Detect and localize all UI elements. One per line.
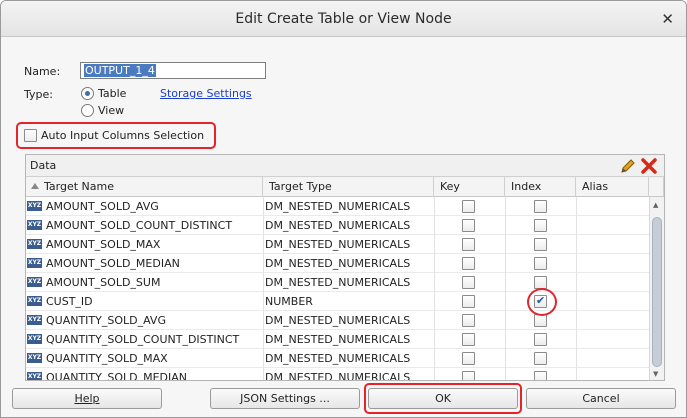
numeric-column-icon: XYZ — [27, 220, 42, 230]
scroll-down-icon[interactable]: ▼ — [653, 370, 658, 378]
type-label: Type: — [24, 88, 53, 101]
target-type-cell: DM_NESTED_NUMERICALS — [265, 314, 411, 327]
column-divider — [434, 197, 435, 380]
auto-input-checkbox[interactable] — [24, 129, 37, 142]
numeric-column-icon: XYZ — [27, 296, 42, 306]
name-value: OUTPUT_1_4 — [84, 64, 156, 77]
target-name-cell: AMOUNT_SOLD_SUM — [46, 276, 161, 289]
numeric-column-icon: XYZ — [27, 372, 42, 380]
close-icon[interactable]: ✕ — [661, 10, 674, 28]
target-name-cell: CUST_ID — [46, 295, 93, 308]
numeric-column-icon: XYZ — [27, 334, 42, 344]
numeric-column-icon: XYZ — [27, 258, 42, 268]
key-checkbox[interactable] — [462, 257, 475, 270]
column-divider — [263, 197, 264, 380]
target-type-cell: DM_NESTED_NUMERICALS — [265, 200, 411, 213]
scroll-up-icon[interactable]: ▲ — [653, 201, 658, 209]
table-row[interactable]: XYZ QUANTITY_SOLD_MEDIAN DM_NESTED_NUMERIC… — [26, 368, 649, 380]
index-checkbox[interactable] — [534, 219, 547, 232]
column-divider — [576, 197, 577, 380]
index-checkbox[interactable] — [534, 371, 547, 380]
target-type-cell: DM_NESTED_NUMERICALS — [265, 219, 411, 232]
json-settings-button[interactable]: JSON Settings ... — [210, 388, 360, 409]
target-name-cell: AMOUNT_SOLD_AVG — [46, 200, 159, 213]
dialog-title: Edit Create Table or View Node — [235, 11, 452, 27]
type-view-label: View — [98, 104, 125, 117]
col-header-target-name[interactable]: Target Name — [26, 177, 263, 197]
target-name-cell: QUANTITY_SOLD_MAX — [46, 352, 168, 365]
key-checkbox[interactable] — [462, 295, 475, 308]
key-checkbox[interactable] — [462, 238, 475, 251]
table-row[interactable]: XYZ AMOUNT_SOLD_MAX DM_NESTED_NUMERICALS — [26, 235, 649, 254]
table-row[interactable]: XYZ AMOUNT_SOLD_COUNT_DISTINCT DM_NESTED_N… — [26, 216, 649, 235]
data-panel-header: Data — [26, 155, 664, 177]
edit-node-dialog: Edit Create Table or View Node ✕ Name: O… — [0, 0, 687, 418]
name-input[interactable]: OUTPUT_1_4 — [80, 62, 266, 79]
data-table-body: XYZ AMOUNT_SOLD_AVG DM_NESTED_NUMERICALS XY… — [26, 197, 649, 380]
target-name-cell: AMOUNT_SOLD_MAX — [46, 238, 161, 251]
target-type-cell: DM_NESTED_NUMERICALS — [265, 238, 411, 251]
key-checkbox[interactable] — [462, 352, 475, 365]
col-header-target-type[interactable]: Target Type — [263, 177, 434, 197]
key-checkbox[interactable] — [462, 333, 475, 346]
key-checkbox[interactable] — [462, 371, 475, 380]
target-name-cell: AMOUNT_SOLD_MEDIAN — [46, 257, 180, 270]
key-checkbox[interactable] — [462, 219, 475, 232]
table-row[interactable]: XYZ AMOUNT_SOLD_SUM DM_NESTED_NUMERICALS — [26, 273, 649, 292]
numeric-column-icon: XYZ — [27, 353, 42, 363]
key-checkbox[interactable] — [462, 314, 475, 327]
target-type-cell: DM_NESTED_NUMERICALS — [265, 352, 411, 365]
table-row[interactable]: XYZ QUANTITY_SOLD_AVG DM_NESTED_NUMERICALS — [26, 311, 649, 330]
storage-settings-link[interactable]: Storage Settings — [160, 87, 252, 100]
col-header-key[interactable]: Key — [434, 177, 505, 197]
numeric-column-icon: XYZ — [27, 201, 42, 211]
table-row[interactable]: XYZ AMOUNT_SOLD_AVG DM_NESTED_NUMERICALS — [26, 197, 649, 216]
index-checkbox[interactable] — [534, 200, 547, 213]
target-type-cell: DM_NESTED_NUMERICALS — [265, 371, 411, 380]
numeric-column-icon: XYZ — [27, 315, 42, 325]
target-type-cell: DM_NESTED_NUMERICALS — [265, 276, 411, 289]
target-name-cell: QUANTITY_SOLD_COUNT_DISTINCT — [46, 333, 240, 346]
col-header-spacer — [649, 177, 664, 197]
table-row[interactable]: XYZ AMOUNT_SOLD_MEDIAN DM_NESTED_NUMERICAL… — [26, 254, 649, 273]
col-header-alias[interactable]: Alias — [576, 177, 649, 197]
column-divider — [505, 197, 506, 380]
cancel-button[interactable]: Cancel — [526, 388, 676, 409]
numeric-column-icon: XYZ — [27, 277, 42, 287]
col-header-index[interactable]: Index — [505, 177, 576, 197]
target-name-cell: QUANTITY_SOLD_AVG — [46, 314, 166, 327]
data-panel: Data Target Name Target Type Key Index A… — [25, 154, 665, 381]
index-checkbox[interactable] — [534, 238, 547, 251]
table-row[interactable]: XYZ QUANTITY_SOLD_COUNT_DISTINCT DM_NESTED… — [26, 330, 649, 349]
pencil-icon[interactable] — [619, 157, 637, 175]
title-bar: Edit Create Table or View Node ✕ — [1, 1, 686, 37]
key-checkbox[interactable] — [462, 276, 475, 289]
numeric-column-icon: XYZ — [27, 239, 42, 249]
delete-icon[interactable] — [640, 157, 658, 175]
highlight-cust-id-index — [527, 288, 557, 316]
ok-button[interactable]: OK — [368, 388, 518, 409]
sort-ascending-icon — [31, 183, 39, 189]
target-type-cell: DM_NESTED_NUMERICALS — [265, 257, 411, 270]
index-checkbox[interactable] — [534, 352, 547, 365]
target-name-cell: QUANTITY_SOLD_MEDIAN — [46, 371, 188, 380]
vertical-scrollbar[interactable]: ▲ ▼ — [649, 197, 664, 380]
help-button[interactable]: Help — [12, 388, 162, 409]
target-name-cell: AMOUNT_SOLD_COUNT_DISTINCT — [46, 219, 233, 232]
index-checkbox[interactable] — [534, 257, 547, 270]
target-type-cell: DM_NESTED_NUMERICALS — [265, 333, 411, 346]
table-row[interactable]: XYZ QUANTITY_SOLD_MAX DM_NESTED_NUMERICALS — [26, 349, 649, 368]
type-view-radio[interactable] — [81, 104, 94, 117]
target-type-cell: NUMBER — [265, 295, 313, 308]
data-panel-title: Data — [30, 159, 57, 172]
name-label: Name: — [24, 65, 61, 78]
key-checkbox[interactable] — [462, 200, 475, 213]
type-table-label: Table — [98, 87, 127, 100]
scroll-thumb[interactable] — [652, 217, 662, 367]
index-checkbox[interactable] — [534, 333, 547, 346]
type-table-radio[interactable] — [81, 87, 94, 100]
auto-input-label: Auto Input Columns Selection — [41, 129, 205, 142]
